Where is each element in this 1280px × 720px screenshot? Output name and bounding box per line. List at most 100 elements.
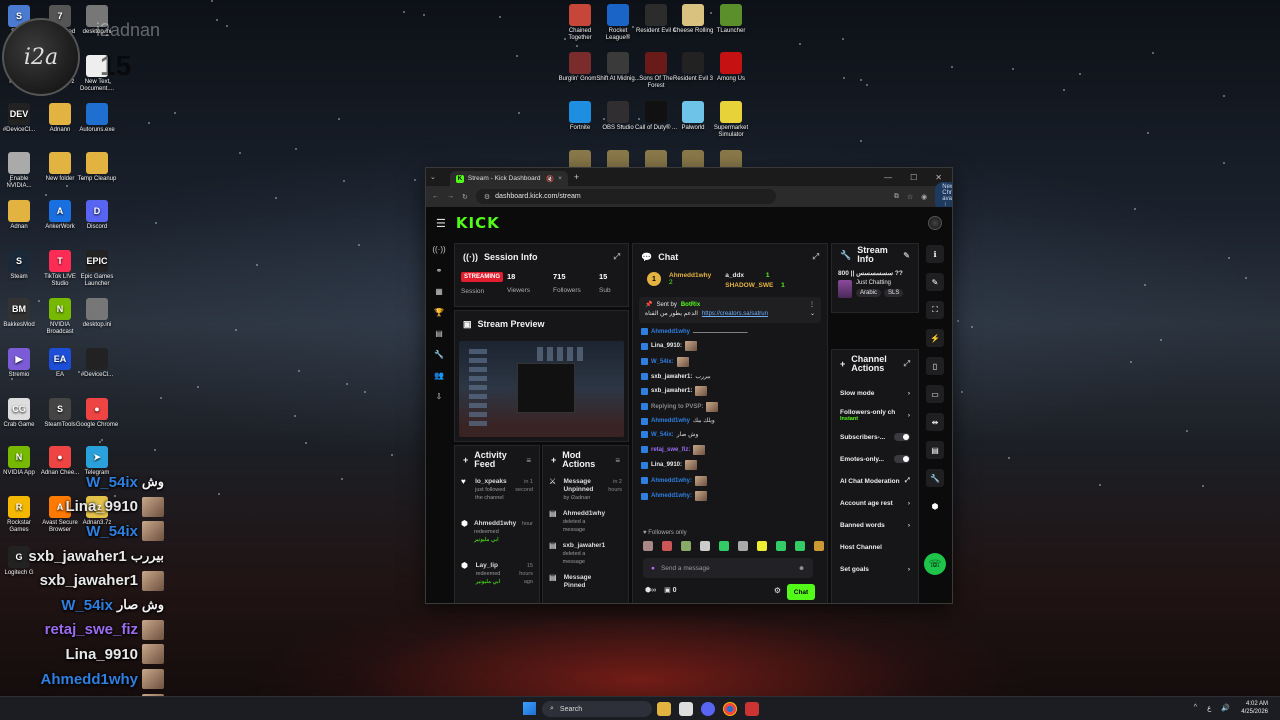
- back-icon[interactable]: ←: [432, 193, 439, 200]
- analytics-nav-icon[interactable]: ▦: [435, 287, 443, 296]
- desktop-icon[interactable]: Adnan: [0, 200, 41, 231]
- emote-icon[interactable]: [776, 541, 786, 551]
- language-indicator[interactable]: ع: [1207, 704, 1211, 712]
- desktop-icon[interactable]: TLauncher: [709, 4, 753, 35]
- chat-username[interactable]: Replying to PVSP:: [651, 403, 703, 411]
- desktop-icon[interactable]: D Discord: [75, 200, 119, 231]
- unpin-icon[interactable]: ⋮: [809, 301, 815, 310]
- tray-chevron-icon[interactable]: ^: [1194, 704, 1197, 712]
- wrench-nav-icon[interactable]: 🔧: [434, 350, 444, 359]
- chat-username[interactable]: Lina_9910:: [651, 342, 682, 350]
- activity-item[interactable]: ♥ lo_xpeaks just followed the channel in 1 …: [455, 474, 539, 516]
- split-icon[interactable]: ⇹: [926, 413, 944, 431]
- gifter-name[interactable]: SHADOW_SWE: [725, 282, 773, 289]
- channel-action[interactable]: Set goals ›: [832, 558, 918, 580]
- toggle-switch[interactable]: [894, 455, 910, 463]
- scan-icon[interactable]: ⛶: [926, 301, 944, 319]
- desktop-icon[interactable]: CG Crab Game: [0, 398, 41, 429]
- category-thumbnail[interactable]: [838, 280, 852, 298]
- popout-icon[interactable]: ⤢: [904, 359, 910, 369]
- clock[interactable]: 4:02 AM 4/25/2026: [1241, 700, 1268, 716]
- emote-icon[interactable]: [738, 541, 748, 551]
- activity-user[interactable]: lo_xpeaks: [475, 478, 509, 486]
- chat-message[interactable]: Ahmedd1why:: [633, 473, 827, 489]
- mod-action-item[interactable]: ▤ Message Pinned: [543, 570, 628, 602]
- extension-icon[interactable]: ⧉: [894, 193, 899, 201]
- desktop-icon[interactable]: Temp Cleanup: [75, 152, 119, 183]
- forward-icon[interactable]: →: [447, 193, 454, 200]
- chat-message[interactable]: Replying to PVSP:: [633, 399, 827, 415]
- chat-message[interactable]: sxb_jawaher1: بيررب: [633, 370, 827, 384]
- desktop-icon[interactable]: ● Google Chrome: [75, 398, 119, 429]
- channel-action[interactable]: Emotes-only...: [832, 448, 918, 470]
- minimize-icon[interactable]: —: [884, 173, 892, 182]
- id-nav-icon[interactable]: ▤: [435, 329, 443, 338]
- pinned-link[interactable]: https://creators.sa/satrun: [702, 310, 768, 319]
- new-tab-icon[interactable]: +: [574, 172, 579, 182]
- bookmark-star-icon[interactable]: ☆: [907, 193, 913, 201]
- chat-username[interactable]: W_54ix:: [651, 358, 674, 366]
- gifter-name[interactable]: Ahmedd1why: [669, 272, 711, 279]
- desktop-icon[interactable]: ▶ Stremio: [0, 348, 41, 379]
- emote-icon[interactable]: [681, 541, 691, 551]
- desktop-icon[interactable]: Enable NVIDIA...: [0, 152, 41, 190]
- channel-action[interactable]: Account age rest ›: [832, 492, 918, 514]
- file-icon[interactable]: ▯: [926, 357, 944, 375]
- emote-icon[interactable]: [700, 541, 710, 551]
- desktop-icon[interactable]: DEV #DeviceCl...: [0, 103, 41, 134]
- maximize-icon[interactable]: ☐: [910, 173, 917, 182]
- chat-message[interactable]: Ahmedd1why ــــــــــــــــــــــــــــــ…: [633, 325, 827, 339]
- reload-icon[interactable]: ↻: [462, 193, 468, 201]
- activity-user[interactable]: Lay_lip: [476, 562, 512, 570]
- discord-taskbar-icon[interactable]: [701, 702, 715, 716]
- chevron-down-icon[interactable]: ⌄: [810, 310, 815, 319]
- chat-username[interactable]: Lina_9910:: [651, 461, 682, 469]
- app-taskbar-icon[interactable]: [745, 702, 759, 716]
- gifter-name[interactable]: a_ddx: [725, 272, 744, 279]
- chat-message[interactable]: Lina_9910:: [633, 457, 827, 473]
- file-explorer-icon[interactable]: [657, 702, 671, 716]
- desktop-icon[interactable]: Among Us: [709, 52, 753, 83]
- chat-username[interactable]: sxb_jawaher1:: [651, 387, 692, 395]
- emote-icon[interactable]: [643, 541, 653, 551]
- link-nav-icon[interactable]: ⚭: [436, 266, 443, 275]
- stream-preview-video[interactable]: [459, 341, 624, 437]
- channel-action[interactable]: Subscribers-...: [832, 426, 918, 448]
- desktop-icon[interactable]: Autoruns.exe: [75, 103, 119, 134]
- activity-user[interactable]: Ahmedd1why: [474, 520, 516, 528]
- doc-icon[interactable]: ▤: [926, 441, 944, 459]
- chat-message[interactable]: Ahmedd1why:: [633, 489, 827, 505]
- profile-icon[interactable]: ◉: [921, 193, 927, 201]
- chat-message[interactable]: Lina_9910:: [633, 339, 827, 355]
- emote-icon[interactable]: [662, 541, 672, 551]
- url-field[interactable]: ⚙ dashboard.kick.com/stream: [475, 189, 776, 204]
- mod-action-item[interactable]: ▤ sxb_jawaher1 deleted a message: [543, 538, 628, 570]
- desktop-icon[interactable]: Supermarket Simulator: [709, 101, 753, 139]
- chat-username[interactable]: sxb_jawaher1:: [651, 373, 692, 381]
- toggle-switch[interactable]: [894, 433, 910, 441]
- channel-action[interactable]: Host Channel: [832, 536, 918, 558]
- mute-icon[interactable]: 🔇: [546, 175, 554, 183]
- chat-username[interactable]: W_54ix:: [651, 431, 674, 439]
- desktop-icon[interactable]: desktop.ini: [75, 298, 119, 329]
- chat-settings-icon[interactable]: ⚙: [774, 586, 781, 595]
- category-name[interactable]: Just Chatting: [856, 280, 903, 286]
- chat-username[interactable]: retaj_swe_fiz:: [651, 446, 690, 454]
- emoji-icon[interactable]: ☻: [798, 565, 805, 572]
- desktop-icon[interactable]: BM BakkesMod: [0, 298, 41, 329]
- close-window-icon[interactable]: ✕: [935, 173, 942, 182]
- pinned-bot-name[interactable]: BotRix: [681, 301, 700, 310]
- pencil-icon[interactable]: ✎: [926, 273, 944, 291]
- desktop-icon[interactable]: #DeviceCl...: [75, 348, 119, 379]
- kick-logo[interactable]: KICK: [456, 214, 500, 232]
- volume-icon[interactable]: 🔊: [1221, 704, 1230, 712]
- start-icon[interactable]: [523, 702, 536, 715]
- desktop-icon[interactable]: EPIC Epic Games Launcher: [75, 250, 119, 288]
- user-avatar[interactable]: [928, 216, 942, 230]
- popout-icon[interactable]: ⤢: [614, 252, 620, 262]
- tab-list-icon[interactable]: ⌄: [430, 173, 436, 181]
- channel-action[interactable]: Banned words ›: [832, 514, 918, 536]
- send-chat-button[interactable]: Chat: [787, 584, 815, 600]
- hamburger-menu-icon[interactable]: ☰: [436, 217, 446, 230]
- emote-icon[interactable]: [719, 541, 729, 551]
